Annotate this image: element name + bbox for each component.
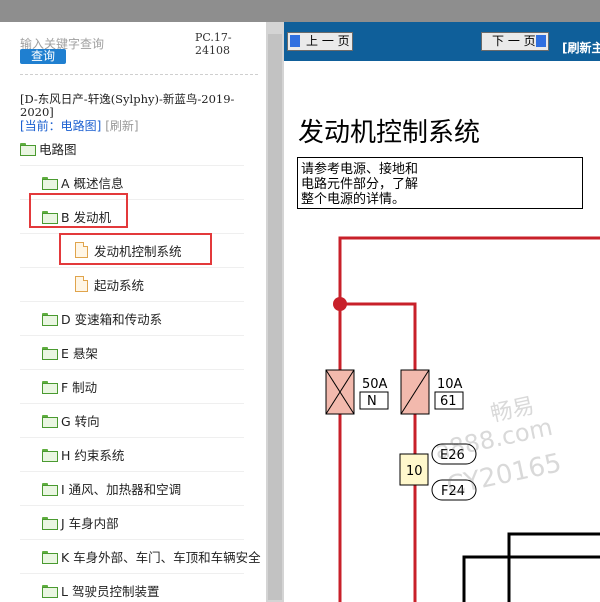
arrow-right-icon: [536, 35, 546, 47]
refresh-link[interactable]: [刷新]: [105, 119, 138, 133]
junction-dot: [333, 297, 347, 311]
tree-item-a[interactable]: A 概述信息: [42, 173, 124, 195]
relay-number: 10: [406, 464, 423, 479]
fuse-2-amperage: 10A: [437, 377, 463, 392]
divider: [20, 74, 258, 75]
folder-icon: [42, 449, 58, 462]
page-nav-bar: 上 一 页 下 一 页 [刷新主: [284, 22, 600, 61]
scrollbar-thumb[interactable]: [268, 34, 282, 600]
tree-item-j[interactable]: J 车身内部: [42, 513, 119, 535]
tree-item-h[interactable]: H 约束系统: [42, 445, 124, 467]
pc-code: PC.17-24108: [195, 31, 232, 57]
tree-item-starter[interactable]: 起动系统: [75, 275, 144, 297]
pane-scrollbar[interactable]: [266, 22, 284, 602]
tree-item-f[interactable]: F 制动: [42, 377, 97, 399]
folder-icon: [20, 143, 36, 156]
folder-icon: [42, 585, 58, 598]
folder-icon: [42, 517, 58, 530]
tree-item-l[interactable]: L 驾驶员控制装置: [42, 581, 159, 602]
black-frame: [462, 532, 600, 602]
fuse-1: 50A N: [325, 369, 389, 415]
tree-item-e[interactable]: E 悬架: [42, 343, 98, 365]
window-top-strip: [0, 0, 600, 22]
folder-icon: [42, 177, 58, 190]
refresh-main-link[interactable]: [刷新主: [562, 39, 600, 56]
wires: [338, 236, 600, 602]
tree-item-d[interactable]: D 变速箱和传动系: [42, 309, 162, 331]
fuse-1-code: N: [367, 394, 377, 409]
page-title: 发动机控制系统: [298, 118, 481, 148]
tree-item-i[interactable]: I 通风、加热器和空调: [42, 479, 181, 501]
fuse-2-code: 61: [440, 394, 457, 409]
highlight-box-engine-control: [59, 233, 212, 265]
note-box: 请参考电源、接地和 电路元件部分，了解 整个电源的详情。: [297, 157, 583, 209]
tree-root[interactable]: 电路图: [20, 139, 77, 161]
relay-block: 10: [399, 453, 429, 486]
folder-icon: [42, 347, 58, 360]
folder-icon: [42, 381, 58, 394]
wiring-diagram: 50A N 10A 61 10 E26 F24: [325, 236, 600, 602]
tree-item-k[interactable]: K 车身外部、车门、车顶和车辆安全: [42, 547, 261, 569]
folder-icon: [42, 415, 58, 428]
tree-pane: 输入关键字查询 查询 PC.17-24108 [D-东风日产-轩逸(Sylphy…: [0, 22, 266, 602]
current-location: [当前：电路图] [刷新]: [20, 117, 139, 134]
highlight-box-engine: [29, 193, 128, 228]
folder-icon: [42, 483, 58, 496]
current-link[interactable]: [当前：电路图]: [20, 119, 101, 133]
fuse-2: 10A 61: [400, 369, 464, 415]
next-page-button[interactable]: 下 一 页: [481, 32, 549, 51]
fuse-1-amperage: 50A: [362, 377, 388, 392]
document-icon: [75, 276, 88, 292]
folder-icon: [42, 551, 58, 564]
query-button[interactable]: 查询: [20, 49, 66, 64]
vehicle-path: [D-东风日产-轩逸(Sylphy)-新蓝鸟-2019-2020]: [20, 92, 235, 119]
document-pane: 上 一 页 下 一 页 [刷新主 发动机控制系统 请参考电源、接地和 电路元件部…: [284, 22, 600, 602]
arrow-left-icon: [290, 35, 300, 47]
folder-icon: [42, 313, 58, 326]
prev-page-button[interactable]: 上 一 页: [287, 32, 353, 51]
tree-item-g[interactable]: G 转向: [42, 411, 100, 433]
